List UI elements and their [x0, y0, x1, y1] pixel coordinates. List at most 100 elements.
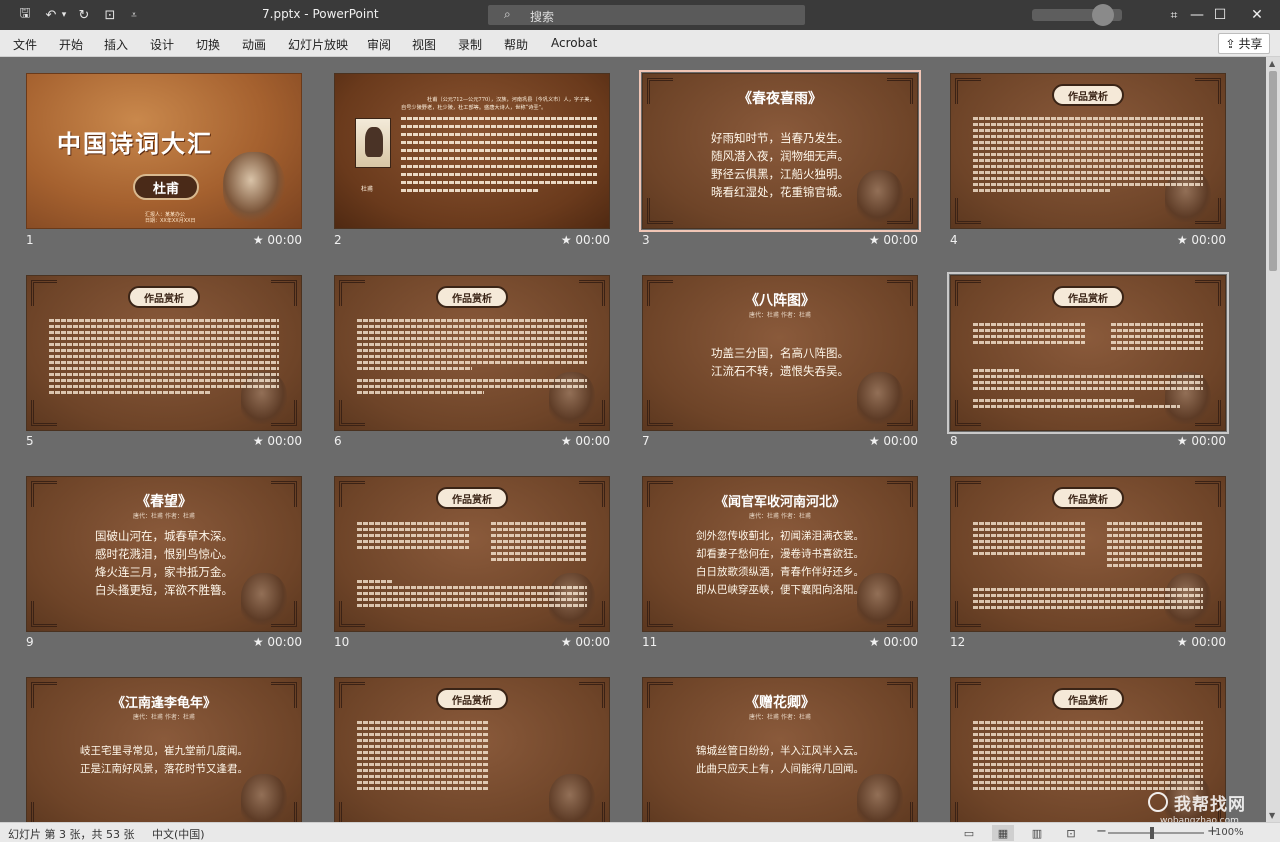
normal-view-icon[interactable]: ▭ — [958, 825, 980, 841]
scroll-down-icon[interactable]: ▼ — [1269, 811, 1275, 820]
slide-thumbnail-13[interactable]: 《江南逢李龟年》 唐代：杜甫 作者：杜甫 岐王宅里寻常见，崔九堂前几度闻。 正是… — [26, 677, 302, 822]
slide-thumbnail-1[interactable]: 中国诗词大汇 杜甫 汇报人：某某办公 日期：XX年XX月XX日 — [26, 73, 302, 229]
customize-toolbar-icon[interactable]: ⩡ — [126, 5, 142, 25]
slide-number: 4 — [950, 233, 958, 247]
vertical-scrollbar[interactable]: ▲ ▼ — [1266, 57, 1280, 822]
analysis-text — [357, 316, 587, 397]
slide-timing: ★ 00:00 — [868, 233, 918, 247]
analysis-text-right — [1111, 320, 1203, 353]
slide-meta-line: 日期：XX年XX月XX日 — [145, 218, 196, 224]
poem-title: 《春夜喜雨》 — [738, 91, 822, 107]
poem-line: 随风潜入夜，润物细无声。 — [711, 149, 849, 163]
portrait-image — [355, 118, 391, 168]
tab-review[interactable]: 审阅 — [367, 36, 391, 53]
scroll-up-icon[interactable]: ▲ — [1269, 59, 1275, 68]
poem-line: 感时花溅泪，恨别鸟惊心。 — [95, 547, 233, 561]
slide-sorter-view-icon[interactable]: ▦ — [992, 825, 1014, 841]
poem-title: 《八阵图》 — [745, 293, 815, 309]
scrollbar-thumb[interactable] — [1269, 71, 1277, 271]
slide-number: 2 — [334, 233, 342, 247]
title-bar: 🖫 ↶ ▾ ↻ ⊡ ⩡ 7.pptx - PowerPoint ⌕ 搜索 ⌗ —… — [0, 0, 1280, 30]
powerpoint-window: 🖫 ↶ ▾ ↻ ⊡ ⩡ 7.pptx - PowerPoint ⌕ 搜索 ⌗ —… — [0, 0, 1280, 842]
slide-timing: ★ 00:00 — [252, 434, 302, 448]
poem-line: 正是江南好风景，落花时节又逢君。 — [80, 763, 248, 775]
document-title: 7.pptx - PowerPoint — [262, 7, 379, 21]
search-placeholder: 搜索 — [530, 10, 555, 24]
slide-thumbnail-14[interactable]: 作品赏析 — [334, 677, 610, 822]
start-slideshow-icon[interactable]: ⊡ — [100, 5, 120, 25]
tab-help[interactable]: 帮助 — [504, 36, 528, 53]
slide-thumbnail-9[interactable]: 《春望》 唐代：杜甫 作者：杜甫 国破山河在，城春草木深。 感时花溅泪，恨别鸟惊… — [26, 476, 302, 632]
slide-thumbnail-3[interactable]: 《春夜喜雨》 好雨知时节，当春乃发生。 随风潜入夜，润物细无声。 野径云俱黑，江… — [639, 70, 921, 232]
section-badge: 作品赏析 — [436, 286, 508, 308]
tab-design[interactable]: 设计 — [150, 36, 174, 53]
slide-count-status: 幻灯片 第 3 张，共 53 张 — [8, 828, 135, 841]
poem-title: 《赠花卿》 — [745, 695, 815, 711]
zoom-out-button[interactable]: − — [1096, 824, 1107, 839]
analysis-text — [357, 718, 489, 793]
slide-thumbnail-4[interactable]: 作品赏析 — [950, 73, 1226, 229]
slide-caption: 12 ★ 00:00 — [950, 635, 1226, 649]
tab-view[interactable]: 视图 — [412, 36, 436, 53]
analysis-text-left — [357, 519, 469, 552]
slide-thumbnail-7[interactable]: 《八阵图》 唐代：杜甫 作者：杜甫 功盖三分国，名高八阵图。 江流石不转，遗恨失… — [642, 275, 918, 431]
slide-timing: ★ 00:00 — [560, 434, 610, 448]
poem-author: 唐代：杜甫 作者：杜甫 — [133, 513, 195, 520]
poem-title: 《闻官军收河南河北》 — [714, 495, 845, 510]
zoom-slider-thumb[interactable] — [1150, 827, 1154, 839]
slide-thumbnail-12[interactable]: 作品赏析 — [950, 476, 1226, 632]
slide-thumbnail-6[interactable]: 作品赏析 — [334, 275, 610, 431]
search-box[interactable]: ⌕ 搜索 — [488, 5, 805, 25]
tab-transitions[interactable]: 切换 — [196, 36, 220, 53]
slide-caption: 9 ★ 00:00 — [26, 635, 302, 649]
slide-timing: ★ 00:00 — [868, 434, 918, 448]
save-icon[interactable]: 🖫 — [14, 5, 36, 25]
share-button[interactable]: ⇪ 共享 — [1218, 33, 1270, 54]
slide-sorter: 中国诗词大汇 杜甫 汇报人：某某办公 日期：XX年XX月XX日 1 ★ 00:0… — [0, 57, 1266, 822]
slide-timing: ★ 00:00 — [868, 635, 918, 649]
tab-acrobat[interactable]: Acrobat — [551, 36, 597, 50]
tab-record[interactable]: 录制 — [458, 36, 482, 53]
tab-file[interactable]: 文件 — [13, 36, 37, 53]
analysis-text — [973, 585, 1203, 612]
slide-thumbnail-11[interactable]: 《闻官军收河南河北》 唐代：杜甫 作者：杜甫 剑外忽传收蓟北，初闻涕泪满衣裳。 … — [642, 476, 918, 632]
analysis-text — [357, 577, 587, 610]
section-badge: 作品赏析 — [436, 487, 508, 509]
poem-title: 《春望》 — [136, 494, 192, 510]
watermark-logo-icon — [1148, 792, 1168, 812]
portrait-image — [857, 774, 903, 822]
poem-lines: 剑外忽传收蓟北，初闻涕泪满衣裳。 却看妻子愁何在，漫卷诗书喜欲狂。 白日放歌须纵… — [643, 527, 917, 599]
section-badge: 作品赏析 — [1052, 487, 1124, 509]
tab-insert[interactable]: 插入 — [104, 36, 128, 53]
slideshow-view-icon[interactable]: ⊡ — [1060, 825, 1082, 841]
poem-lines: 岐王宅里寻常见，崔九堂前几度闻。 正是江南好风景，落花时节又逢君。 — [27, 742, 301, 778]
zoom-percent[interactable]: 100% — [1215, 827, 1244, 838]
language-status[interactable]: 中文(中国) — [152, 826, 205, 842]
slide-thumbnail-8[interactable]: 作品赏析 — [947, 272, 1229, 434]
slide-thumbnail-2[interactable]: 杜甫 杜甫（公元712—公元770），汉族，河南巩县（今巩义市）人，字子美，自号… — [334, 73, 610, 229]
account-avatar[interactable] — [1092, 4, 1114, 26]
close-button[interactable]: ✕ — [1234, 0, 1280, 30]
portrait-caption: 杜甫 — [361, 186, 374, 193]
tab-animations[interactable]: 动画 — [242, 36, 266, 53]
tab-home[interactable]: 开始 — [59, 36, 83, 53]
tab-slideshow[interactable]: 幻灯片放映 — [288, 36, 348, 53]
undo-icon[interactable]: ↶ — [42, 5, 60, 25]
slide-thumbnail-5[interactable]: 作品赏析 — [26, 275, 302, 431]
poem-lines: 好雨知时节，当春乃发生。 随风潜入夜，润物细无声。 野径云俱黑，江船火独明。 晓… — [643, 129, 917, 201]
slide-timing: ★ 00:00 — [252, 635, 302, 649]
slide-caption: 7 ★ 00:00 — [642, 434, 918, 448]
poem-line: 江流石不转，遗恨失吞吴。 — [711, 364, 849, 378]
poem-author: 唐代：杜甫 作者：杜甫 — [749, 312, 811, 319]
slide-number: 5 — [26, 434, 34, 448]
slide-thumbnail-10[interactable]: 作品赏析 — [334, 476, 610, 632]
reading-view-icon[interactable]: ▥ — [1026, 825, 1048, 841]
redo-icon[interactable]: ↻ — [74, 5, 94, 25]
slide-caption: 8 ★ 00:00 — [950, 434, 1226, 448]
poem-line: 烽火连三月，家书抵万金。 — [95, 565, 233, 579]
poem-line: 白日放歌须纵酒，青春作伴好还乡。 — [696, 566, 864, 578]
slide-caption: 10 ★ 00:00 — [334, 635, 610, 649]
undo-dropdown-icon[interactable]: ▾ — [59, 5, 69, 25]
zoom-slider[interactable] — [1108, 832, 1204, 834]
slide-thumbnail-15[interactable]: 《赠花卿》 唐代：杜甫 作者：杜甫 锦城丝管日纷纷，半入江风半入云。 此曲只应天… — [642, 677, 918, 822]
